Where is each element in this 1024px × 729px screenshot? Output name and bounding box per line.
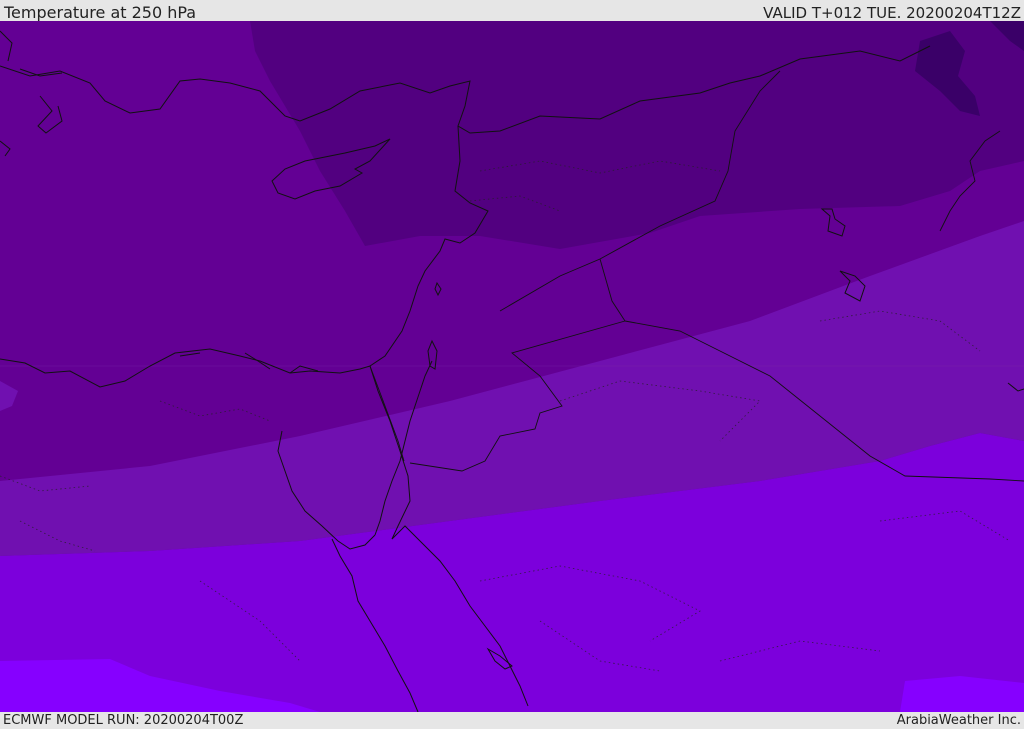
header-bar: Temperature at 250 hPa VALID T+012 TUE. … bbox=[0, 0, 1024, 22]
model-run-label: ECMWF MODEL RUN: 20200204T00Z bbox=[3, 713, 244, 728]
footer-bar: ECMWF MODEL RUN: 20200204T00Z ArabiaWeat… bbox=[0, 712, 1024, 729]
map-title: Temperature at 250 hPa bbox=[4, 3, 197, 22]
temperature-map bbox=[0, 21, 1024, 712]
valid-time: VALID T+012 TUE. 20200204T12Z bbox=[763, 4, 1021, 22]
credit-label: ArabiaWeather Inc. bbox=[896, 713, 1021, 728]
map-canvas bbox=[0, 21, 1024, 712]
